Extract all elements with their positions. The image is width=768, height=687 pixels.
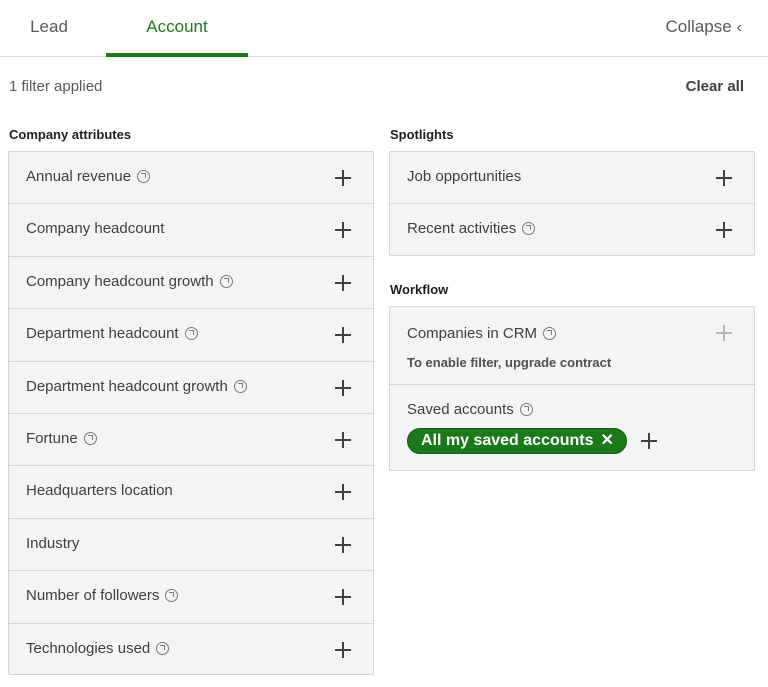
filter-row-number-of-followers[interactable]: Number of followers [9, 571, 373, 624]
external-link-circle-icon[interactable] [184, 327, 198, 341]
filter-row-department-headcount[interactable]: Department headcount [9, 309, 373, 362]
external-link-circle-icon[interactable] [543, 327, 557, 340]
filter-row-headquarters-location[interactable]: Headquarters location [9, 466, 373, 519]
filter-row-industry[interactable]: Industry [9, 519, 373, 572]
external-link-circle-icon[interactable] [522, 222, 536, 236]
filter-row-department-headcount-growth[interactable]: Department headcount growth [9, 362, 373, 414]
filter-label: Headquarters location [26, 482, 173, 500]
plus-icon[interactable] [335, 536, 351, 553]
external-link-circle-icon[interactable] [137, 170, 151, 183]
external-link-circle-icon[interactable] [219, 274, 233, 288]
company-attributes-panel: Annual revenue Company headcount Company h… [8, 151, 374, 675]
filter-row-company-headcount-growth[interactable]: Company headcount growth [9, 257, 373, 310]
pill-label: All my saved accounts [421, 432, 594, 449]
filter-label: Job opportunities [407, 168, 522, 185]
workflow-panel: Companies in CRM To enable filter, upgra… [389, 306, 755, 471]
plus-icon[interactable] [335, 484, 351, 501]
filter-row-company-headcount[interactable]: Company headcount [9, 204, 373, 257]
tab-account[interactable]: Account [106, 0, 248, 57]
clear-all-button[interactable]: Clear all [686, 78, 744, 95]
plus-icon[interactable] [716, 222, 732, 239]
external-link-circle-icon[interactable] [156, 641, 170, 655]
external-link-circle-icon[interactable] [83, 431, 97, 445]
plus-icon[interactable] [716, 170, 732, 186]
tab-lead[interactable]: Lead [0, 0, 98, 56]
plus-icon [716, 325, 732, 341]
plus-icon[interactable] [335, 379, 351, 396]
filter-label: Number of followers [26, 587, 179, 604]
filter-row-annual-revenue[interactable]: Annual revenue [9, 152, 373, 205]
filter-label: Saved accounts [407, 401, 533, 418]
plus-icon[interactable] [335, 589, 351, 606]
filter-label: Department headcount growth [26, 378, 247, 395]
workflow-title: Workflow [390, 282, 449, 297]
plus-icon[interactable] [335, 274, 351, 291]
remove-icon[interactable]: ✕ [601, 429, 614, 453]
filters-applied-count: 1 filter applied [9, 78, 103, 95]
filter-row-companies-in-crm: Companies in CRM To enable filter, upgra… [390, 307, 754, 385]
plus-icon[interactable] [641, 433, 657, 449]
filter-label: Company headcount growth [26, 273, 233, 290]
plus-icon[interactable] [335, 641, 351, 658]
filter-row-technologies-used[interactable]: Technologies used [9, 624, 373, 676]
company-attributes-title: Company attributes [9, 127, 132, 142]
filter-label: Companies in CRM [407, 325, 557, 342]
upgrade-contract-note: To enable filter, upgrade contract [407, 355, 612, 370]
external-link-circle-icon[interactable] [165, 589, 179, 603]
external-link-circle-icon[interactable] [519, 403, 533, 416]
spotlights-title: Spotlights [390, 127, 454, 142]
filter-label: Fortune [26, 430, 97, 447]
active-tab-indicator [106, 53, 248, 57]
filter-label: Company headcount [26, 220, 165, 238]
filter-label: Department headcount [26, 325, 198, 342]
spotlights-panel: Job opportunities Recent activities [389, 151, 755, 256]
chevron-left-icon: ‹ [736, 19, 742, 36]
selected-filter-pill[interactable]: All my saved accounts ✕ [407, 428, 627, 454]
plus-icon[interactable] [335, 327, 351, 344]
filter-label: Industry [26, 534, 80, 552]
filter-label: Annual revenue [26, 168, 151, 185]
filter-row-fortune[interactable]: Fortune [9, 414, 373, 467]
collapse-button[interactable]: Collapse ‹ [666, 0, 742, 56]
filter-label: Recent activities [407, 220, 536, 237]
tab-account-label: Account [146, 17, 208, 36]
plus-icon[interactable] [335, 170, 351, 186]
plus-icon[interactable] [335, 222, 351, 239]
plus-icon[interactable] [335, 431, 351, 448]
filter-row-recent-activities[interactable]: Recent activities [390, 204, 754, 256]
filter-row-saved-accounts: Saved accounts All my saved accounts ✕ [390, 385, 754, 471]
filter-row-job-opportunities[interactable]: Job opportunities [390, 152, 754, 205]
filter-label: Technologies used [26, 640, 170, 657]
filter-tabs: Lead Account Collapse ‹ [0, 0, 768, 57]
external-link-circle-icon[interactable] [233, 379, 247, 393]
collapse-label: Collapse [665, 17, 732, 36]
